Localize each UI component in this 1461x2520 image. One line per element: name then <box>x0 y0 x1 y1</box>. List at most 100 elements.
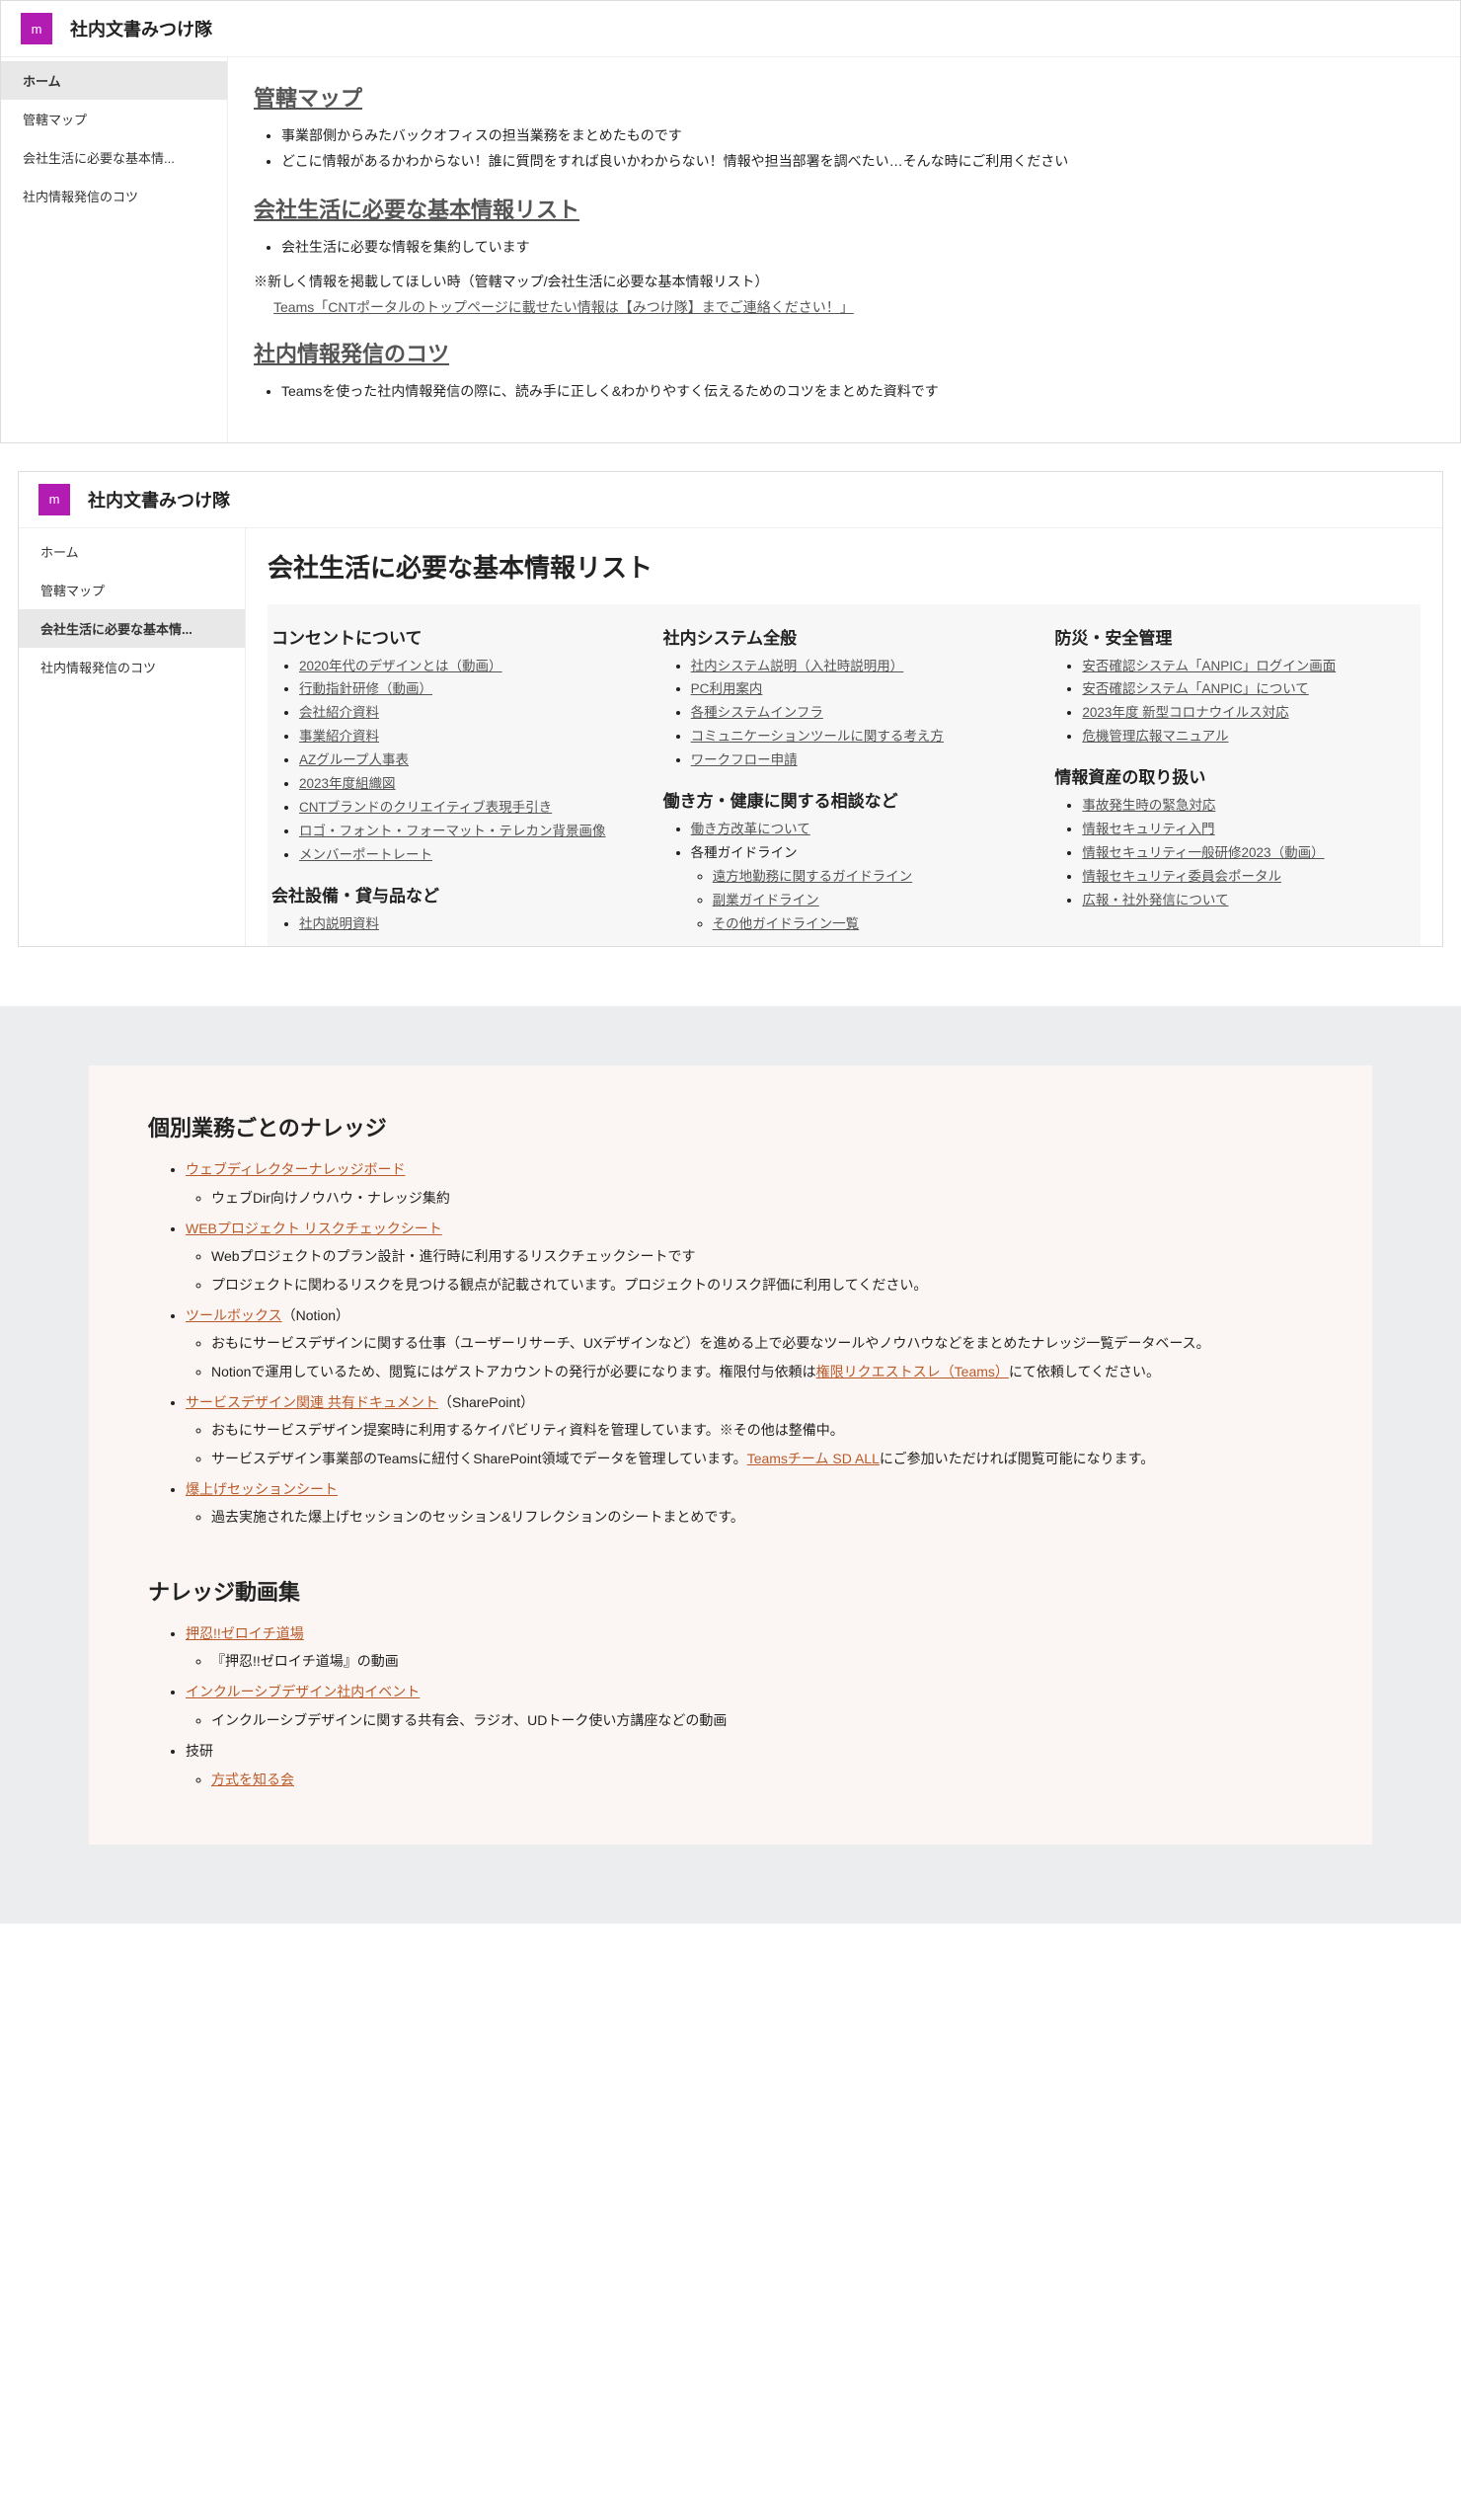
kb-suffix: （Notion） <box>282 1307 349 1323</box>
nav-home[interactable]: ホーム <box>1 61 227 100</box>
list-link[interactable]: 情報セキュリティ委員会ポータル <box>1082 869 1281 884</box>
kb-link[interactable]: 方式を知る会 <box>211 1772 294 1787</box>
list-link[interactable]: ロゴ・フォント・フォーマット・テレカン背景画像 <box>299 824 606 838</box>
section-heading: 働き方・健康に関する相談など <box>663 787 1026 812</box>
side-nav: ホーム 管轄マップ 会社生活に必要な基本情... 社内情報発信のコツ <box>1 57 228 442</box>
list-link[interactable]: 情報セキュリティ入門 <box>1082 822 1214 836</box>
kb-sub-item: プロジェクトに関わるリスクを見つける観点が記載されています。プロジェクトのリスク… <box>211 1274 1313 1297</box>
side-nav: ホーム 管轄マップ 会社生活に必要な基本情... 社内情報発信のコツ <box>19 528 246 946</box>
panel-basicinfo: m 社内文書みつけ隊 ホーム 管轄マップ 会社生活に必要な基本情... 社内情報… <box>18 471 1443 947</box>
list-link[interactable]: 遠方地勤務に関するガイドライン <box>713 869 913 884</box>
site-logo[interactable]: m <box>38 484 70 515</box>
knowledge-wrap: 個別業務ごとのナレッジウェブディレクターナレッジボードウェブDir向けノウハウ・… <box>0 1006 1461 1924</box>
header: m 社内文書みつけ隊 <box>19 472 1442 528</box>
kb-item: インクルーシブデザイン社内イベントインクルーシブデザインに関する共有会、ラジオ、… <box>186 1681 1313 1732</box>
nav-tips[interactable]: 社内情報発信のコツ <box>19 648 245 686</box>
list-link[interactable]: 2023年度組織図 <box>299 776 396 791</box>
section-heading: 防災・安全管理 <box>1054 624 1417 649</box>
kb-link[interactable]: Teamsチーム SD ALL <box>747 1451 880 1466</box>
note-link[interactable]: Teams「CNTポータルのトップページに載せたい情報は【みつけ隊】までご連絡く… <box>273 297 854 317</box>
kb-link[interactable]: WEBプロジェクト リスクチェックシート <box>186 1221 442 1236</box>
heading-map[interactable]: 管轄マップ <box>254 81 362 113</box>
kb-item: 押忍!!ゼロイチ道場『押忍!!ゼロイチ道場』の動画 <box>186 1622 1313 1674</box>
kb-item: サービスデザイン関連 共有ドキュメント（SharePoint） おもにサービスデザ… <box>186 1391 1313 1470</box>
bullet: 事業部側からみたバックオフィスの担当業務をまとめたものです <box>281 124 1434 146</box>
bullets-basicinfo: 会社生活に必要な情報を集約しています <box>281 236 1434 258</box>
section-heading: コンセントについて <box>271 624 634 649</box>
list-link[interactable]: 会社紹介資料 <box>299 705 379 720</box>
kb-sub-item: サービスデザイン事業部のTeamsに紐付くSharePoint領域でデータを管理… <box>211 1448 1313 1470</box>
kb-link[interactable]: 爆上げセッションシート <box>186 1481 338 1497</box>
nav-home[interactable]: ホーム <box>19 532 245 571</box>
bullets-tips: Teamsを使った社内情報発信の際に、読み手に正しく&わかりやすく伝えるためのコ… <box>281 380 1434 402</box>
nav-map[interactable]: 管轄マップ <box>19 571 245 609</box>
heading-tips[interactable]: 社内情報発信のコツ <box>254 337 449 368</box>
list-link[interactable]: ワークフロー申請 <box>691 752 798 767</box>
panel-home: m 社内文書みつけ隊 ホーム 管轄マップ 会社生活に必要な基本情... 社内情報… <box>0 0 1461 443</box>
list-link[interactable]: 安否確認システム「ANPIC」ログイン画面 <box>1082 659 1336 673</box>
list-link[interactable]: 2023年度 新型コロナウイルス対応 <box>1082 705 1288 720</box>
list-link[interactable]: 危機管理広報マニュアル <box>1082 729 1228 744</box>
list-link[interactable]: PC利用案内 <box>691 681 763 696</box>
bullet: Teamsを使った社内情報発信の際に、読み手に正しく&わかりやすく伝えるためのコ… <box>281 380 1434 402</box>
kb-item: ウェブディレクターナレッジボードウェブDir向けノウハウ・ナレッジ集約 <box>186 1158 1313 1210</box>
kb-sub-item: おもにサービスデザイン提案時に利用するケイパビリティ資料を管理しています。※その… <box>211 1419 1313 1442</box>
kb-sub-item: 過去実施された爆上げセッションのセッション&リフレクションのシートまとめです。 <box>211 1506 1313 1529</box>
list-link[interactable]: 安否確認システム「ANPIC」について <box>1082 681 1308 696</box>
note: ※新しく情報を掲載してほしい時（管轄マップ/会社生活に必要な基本情報リスト） <box>254 272 1434 291</box>
list-text: 各種ガイドライン <box>691 845 798 860</box>
list-link[interactable]: 行動指針研修（動画） <box>299 681 432 696</box>
site-title: 社内文書みつけ隊 <box>70 16 212 41</box>
kb-link[interactable]: ウェブディレクターナレッジボード <box>186 1161 405 1177</box>
nav-tips[interactable]: 社内情報発信のコツ <box>1 177 227 215</box>
list-link[interactable]: 広報・社外発信について <box>1082 893 1228 907</box>
list-link[interactable]: その他ガイドライン一覧 <box>713 916 860 931</box>
bullets-map: 事業部側からみたバックオフィスの担当業務をまとめたものです どこに情報があるかわ… <box>281 124 1434 173</box>
bullet: どこに情報があるかわからない！誰に質問をすれば良いかわからない！情報や担当部署を… <box>281 150 1434 172</box>
header: m 社内文書みつけ隊 <box>1 1 1460 57</box>
list-link[interactable]: 事業紹介資料 <box>299 729 379 744</box>
list-link[interactable]: AZグループ人事表 <box>299 752 409 767</box>
list-link[interactable]: 情報セキュリティ一般研修2023（動画） <box>1082 845 1324 860</box>
list-link[interactable]: 社内システム説明（入社時説明用） <box>691 659 904 673</box>
list-link[interactable]: コミュニケーションツールに関する考え方 <box>691 729 944 744</box>
kb-heading: 個別業務ごとのナレッジ <box>148 1111 1313 1142</box>
list-link[interactable]: 各種システムインフラ <box>691 705 823 720</box>
section-heading: 社内システム全般 <box>663 624 1026 649</box>
kb-link[interactable]: 権限リクエストスレ（Teams） <box>816 1364 1009 1379</box>
kb-sub-item: 『押忍!!ゼロイチ道場』の動画 <box>211 1650 1313 1673</box>
site-logo[interactable]: m <box>21 13 52 44</box>
kb-sub-item: Notionで運用しているため、閲覧にはゲストアカウントの発行が必要になります。… <box>211 1361 1313 1383</box>
nav-map[interactable]: 管轄マップ <box>1 100 227 138</box>
list-link[interactable]: 事故発生時の緊急対応 <box>1082 798 1215 813</box>
list-link[interactable]: 副業ガイドライン <box>713 893 819 907</box>
bullet: 会社生活に必要な情報を集約しています <box>281 236 1434 258</box>
heading-basicinfo[interactable]: 会社生活に必要な基本情報リスト <box>254 193 579 224</box>
kb-sub-item: ウェブDir向けノウハウ・ナレッジ集約 <box>211 1187 1313 1210</box>
kb-text: 技研 <box>186 1743 213 1759</box>
kb-link[interactable]: ツールボックス <box>186 1307 282 1323</box>
kb-sub-item: Webプロジェクトのプラン設計・進行時に利用するリスクチェックシートです <box>211 1245 1313 1268</box>
list-link[interactable]: 社内説明資料 <box>299 916 379 931</box>
page-title: 会社生活に必要な基本情報リスト <box>268 540 1421 604</box>
list-link[interactable]: CNTブランドのクリエイティブ表現手引き <box>299 800 552 815</box>
kb-link[interactable]: 押忍!!ゼロイチ道場 <box>186 1625 304 1641</box>
kb-item: 技研方式を知る会 <box>186 1740 1313 1791</box>
list-link[interactable]: 2020年代のデザインとは（動画） <box>299 659 502 673</box>
nav-basicinfo[interactable]: 会社生活に必要な基本情... <box>1 138 227 177</box>
list-link[interactable]: メンバーポートレート <box>299 847 432 862</box>
kb-suffix: （SharePoint） <box>438 1394 534 1410</box>
section-heading: 情報資産の取り扱い <box>1054 763 1417 788</box>
kb-link[interactable]: インクルーシブデザイン社内イベント <box>186 1684 420 1699</box>
kb-item: WEBプロジェクト リスクチェックシート Webプロジェクトのプラン設計・進行時に… <box>186 1218 1313 1297</box>
list-link[interactable]: 働き方改革について <box>691 822 810 836</box>
section-heading: 会社設備・貸与品など <box>271 882 634 906</box>
nav-basicinfo[interactable]: 会社生活に必要な基本情... <box>19 609 245 648</box>
kb-heading: ナレッジ動画集 <box>148 1575 1313 1607</box>
kb-item: 爆上げセッションシート過去実施された爆上げセッションのセッション&リフレクション… <box>186 1478 1313 1530</box>
kb-link[interactable]: サービスデザイン関連 共有ドキュメント <box>186 1394 438 1410</box>
kb-sub-item: おもにサービスデザインに関する仕事（ユーザーリサーチ、UXデザインなど）を進める… <box>211 1332 1313 1355</box>
kb-item: ツールボックス（Notion） おもにサービスデザインに関する仕事（ユーザーリサー… <box>186 1304 1313 1383</box>
kb-sub-item: インクルーシブデザインに関する共有会、ラジオ、UDトーク使い方講座などの動画 <box>211 1709 1313 1732</box>
knowledge-box: 個別業務ごとのナレッジウェブディレクターナレッジボードウェブDir向けノウハウ・… <box>89 1065 1372 1845</box>
